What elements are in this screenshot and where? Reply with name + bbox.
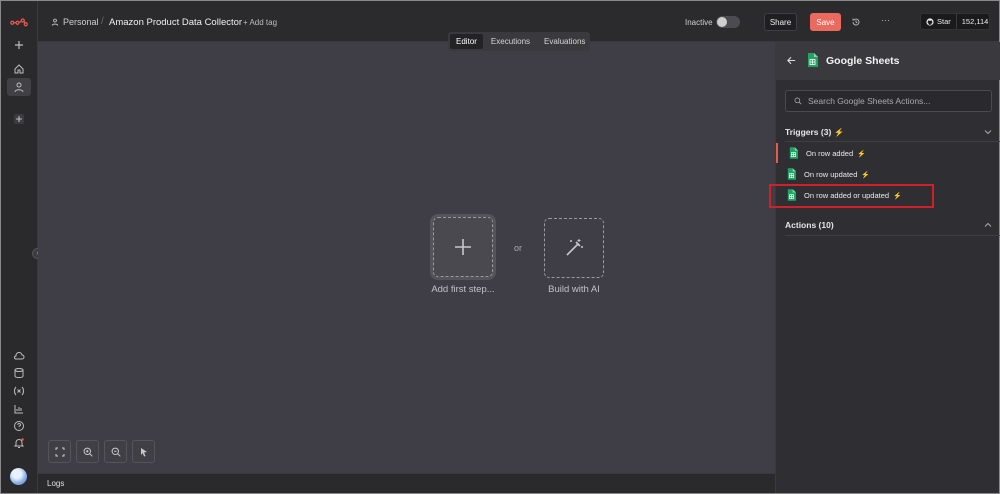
help-icon[interactable] [7,417,31,435]
history-icon[interactable] [851,17,861,27]
google-sheets-icon [789,147,798,159]
trigger-label: On row added or updated ⚡ [804,191,902,200]
add-first-step-button[interactable] [433,217,493,277]
bolt-icon: ⚡ [893,193,902,200]
plus-icon [455,239,471,255]
search-icon [794,97,802,105]
left-rail [1,1,38,493]
fit-view-button[interactable] [48,440,71,463]
tab-executions[interactable]: Executions [485,34,536,49]
avatar[interactable] [10,468,27,485]
trigger-label-text: On row added [806,149,854,158]
or-label: or [514,243,523,253]
triggers-label: Triggers (3) [785,127,832,137]
workspace-label: Personal [63,17,99,27]
google-sheets-icon [787,168,796,180]
logs-label: Logs [47,479,65,488]
search-input[interactable] [808,96,988,106]
cloud-icon[interactable] [7,347,31,365]
trigger-label-text: On row added or updated [804,191,890,200]
fit-view-icon [55,447,64,456]
database-icon[interactable] [7,364,31,382]
chart-icon[interactable] [7,400,31,418]
actions-section-header[interactable]: Actions (10) [776,215,1000,235]
trigger-item-on-row-added[interactable]: On row added ⚡ [776,143,1000,163]
trigger-label-text: On row updated [804,170,858,179]
panel-header: Google Sheets [776,42,1000,80]
canvas-controls [48,440,155,463]
active-toggle[interactable] [716,16,740,28]
plus-icon[interactable] [7,36,31,54]
panel-title: Google Sheets [826,55,900,67]
github-icon [926,17,934,26]
divider [785,235,1000,236]
zoom-out-icon [111,447,121,457]
logs-bar[interactable]: Logs [38,473,775,493]
github-star-count: 152,114 [961,17,989,26]
trigger-label: On row added ⚡ [806,149,866,158]
chevron-up-icon [984,222,992,227]
save-button[interactable]: Save [810,13,841,31]
node-creator-panel: Google Sheets Triggers (3)⚡ On row added… [769,42,1000,493]
toggle-knob [717,17,727,27]
search-actions[interactable] [785,90,992,112]
triggers-section-header[interactable]: Triggers (3) ⚡ [776,122,1000,142]
tab-editor[interactable]: Editor [450,34,483,49]
workflow-canvas[interactable]: Add first step... or Build with AI [38,42,775,473]
workflow-title[interactable]: Amazon Product Data Collector [109,17,242,28]
build-with-ai-label[interactable]: Build with AI [519,284,629,295]
pointer-icon [140,447,147,456]
actions-label: Actions (10) [785,220,834,230]
build-with-ai-button[interactable] [544,218,604,278]
github-star-button[interactable]: Star 152,114 [920,13,990,30]
trigger-label: On row updated ⚡ [804,170,870,179]
zoom-in-icon [83,447,93,457]
home-icon[interactable] [7,60,31,78]
github-star-label: Star [937,17,951,26]
view-tabs: Editor Executions Evaluations [448,32,590,51]
user-icon [51,18,59,26]
bolt-icon: ⚡ [834,128,845,137]
n8n-logo-icon[interactable] [7,13,31,31]
add-first-step-label[interactable]: Add first step... [408,284,518,295]
variables-icon[interactable] [7,382,31,400]
bolt-icon: ⚡ [857,151,866,158]
add-tag-button[interactable]: + Add tag [243,18,277,27]
bell-icon[interactable] [7,434,31,452]
status-label: Inactive [685,18,713,27]
magic-wand-icon [566,239,583,256]
add-project-icon[interactable] [7,110,31,128]
google-sheets-icon [808,53,818,67]
user-icon[interactable] [7,78,31,96]
tab-evaluations[interactable]: Evaluations [538,34,591,49]
zoom-out-button[interactable] [104,440,127,463]
trigger-item-on-row-added-or-updated[interactable]: On row added or updated ⚡ [776,185,1000,205]
divider [785,141,1000,142]
google-sheets-icon [787,189,796,201]
breadcrumb-separator: / [101,16,104,27]
bolt-icon: ⚡ [861,172,871,179]
triggers-section-title: Triggers (3) ⚡ [785,127,844,137]
pointer-tool-button[interactable] [132,440,155,463]
back-arrow-icon[interactable] [786,55,797,66]
more-options-button[interactable]: ··· [881,15,890,25]
trigger-item-on-row-updated[interactable]: On row updated ⚡ [776,164,1000,184]
share-button[interactable]: Share [764,13,797,31]
zoom-in-button[interactable] [76,440,99,463]
chevron-down-icon [984,130,992,135]
breadcrumb-workspace[interactable]: Personal [51,17,99,27]
